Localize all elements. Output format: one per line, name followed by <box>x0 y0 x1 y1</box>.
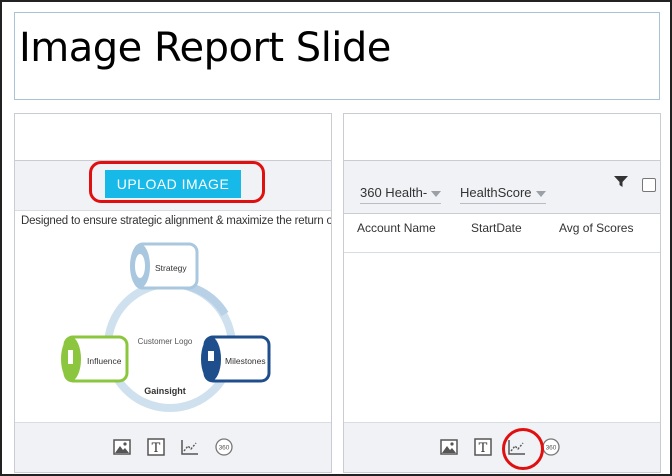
influence-node: Influence <box>61 335 129 383</box>
strategy-label: Strategy <box>155 263 187 273</box>
influence-label: Influence <box>87 356 122 366</box>
select-checkbox[interactable] <box>642 178 656 192</box>
report-panel-header <box>344 114 660 161</box>
column-account-name[interactable]: Account Name <box>357 221 436 235</box>
metric-dropdown[interactable]: HealthScore <box>460 185 546 204</box>
slide-canvas: Image Report Slide UPLOAD IMAGE Designed… <box>0 0 672 476</box>
metric-dropdown-value: HealthScore <box>460 185 532 200</box>
svg-text:T: T <box>152 441 161 456</box>
text-icon[interactable]: T <box>145 436 167 458</box>
source-dropdown[interactable]: 360 Health- <box>360 185 442 204</box>
source-dropdown-value: 360 Health- <box>360 185 428 200</box>
image-panel-header <box>15 114 331 161</box>
360-icon[interactable]: 360 <box>540 436 562 458</box>
image-tagline: Designed to ensure strategic alignment &… <box>21 215 331 227</box>
influence-icon <box>68 350 73 364</box>
milestones-label: Milestones <box>225 356 266 366</box>
image-icon[interactable] <box>438 436 460 458</box>
customer-logo-text: Customer Logo <box>138 337 193 346</box>
image-panel: UPLOAD IMAGE Designed to ensure strategi… <box>14 113 332 473</box>
svg-text:360: 360 <box>219 445 230 452</box>
strategy-icon <box>135 254 145 278</box>
column-avg-scores[interactable]: Avg of Scores <box>559 221 633 235</box>
filter-icon[interactable] <box>614 176 628 188</box>
column-start-date[interactable]: StartDate <box>471 221 522 235</box>
report-panel-toolbar: T 360 <box>344 422 660 472</box>
gainsight-brand: Gainsight <box>144 386 186 396</box>
text-icon[interactable]: T <box>472 436 494 458</box>
milestones-icon <box>208 351 214 361</box>
svg-text:T: T <box>479 441 488 456</box>
360-icon[interactable]: 360 <box>213 436 235 458</box>
image-icon[interactable] <box>111 436 133 458</box>
svg-text:360: 360 <box>546 445 557 452</box>
uploaded-diagram-image: Strategy Influence Milestones Customer L… <box>61 242 271 412</box>
milestones-node: Milestones <box>201 335 271 383</box>
chevron-down-icon <box>431 190 442 197</box>
report-panel: 360 Health- HealthScore Account Name Sta… <box>343 113 661 473</box>
strategy-node: Strategy <box>130 242 199 290</box>
slide-title-box[interactable]: Image Report Slide <box>14 12 660 100</box>
chevron-down-icon <box>535 190 546 197</box>
upload-image-button[interactable]: UPLOAD IMAGE <box>105 170 241 198</box>
chart-icon[interactable] <box>506 436 528 458</box>
image-panel-toolbar: T 360 <box>15 422 331 472</box>
slide-title[interactable]: Image Report Slide <box>19 25 391 71</box>
chart-icon[interactable] <box>179 436 201 458</box>
